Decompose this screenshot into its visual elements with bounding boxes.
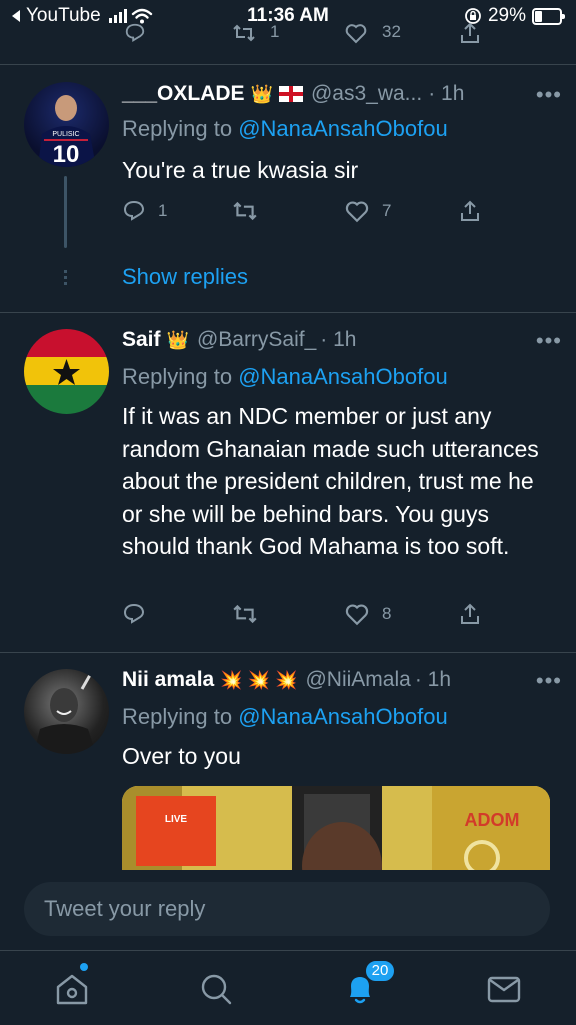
jersey-number: 10 xyxy=(53,141,80,167)
like-button[interactable]: 7 xyxy=(344,199,391,223)
replying-to: Replying to @NanaAnsahObofou xyxy=(122,704,448,730)
reply-icon xyxy=(123,603,145,624)
england-flag-icon xyxy=(278,86,303,102)
like-button[interactable]: 8 xyxy=(344,602,391,626)
tweet-time: · 1h xyxy=(428,82,465,105)
more-options-icon[interactable]: ••• xyxy=(536,82,562,108)
home-icon xyxy=(56,974,88,1005)
ghana-flag-star-icon xyxy=(53,359,80,385)
avatar[interactable] xyxy=(24,329,109,414)
author-name[interactable]: Saif xyxy=(122,328,161,352)
share-button[interactable] xyxy=(458,602,482,626)
tab-search[interactable] xyxy=(196,969,236,1009)
reply-icon xyxy=(123,200,145,221)
share-icon[interactable] xyxy=(458,22,482,44)
reply-button[interactable] xyxy=(122,602,158,626)
notifications-badge: 20 xyxy=(364,959,396,983)
tweet-actions: 8 xyxy=(122,602,492,630)
avatar-image xyxy=(34,674,96,754)
like-count: 7 xyxy=(382,201,392,220)
reply-count: 1 xyxy=(158,201,168,220)
author-name[interactable]: Nii amala xyxy=(122,668,214,692)
tweet-reply-input[interactable] xyxy=(24,882,550,936)
reply-button[interactable]: 1 xyxy=(122,199,167,223)
tweet-actions: 1 7 xyxy=(122,199,492,227)
author-name[interactable]: ___OXLADE xyxy=(122,82,245,106)
author-handle[interactable]: @BarrySaif_ xyxy=(197,328,316,352)
tv-studio-image: LIVE ADOM xyxy=(122,786,550,876)
station-logo: ADOM xyxy=(465,810,520,830)
replying-to-mention[interactable]: @NanaAnsahObofou xyxy=(238,364,447,389)
tv-live-tag: LIVE xyxy=(165,814,188,825)
show-replies-link[interactable]: Show replies xyxy=(122,264,248,290)
share-icon xyxy=(461,603,479,624)
like-icon[interactable] xyxy=(344,22,368,44)
like-count: 8 xyxy=(382,604,392,623)
bottom-tab-bar: 20 xyxy=(0,950,576,1025)
mail-icon xyxy=(487,976,521,1003)
tweet-reply-saif[interactable]: Saif 👑 @BarrySaif_ · 1h ••• Replying to … xyxy=(0,312,576,652)
replying-to-label: Replying to xyxy=(122,364,233,389)
tweet-time: · 1h xyxy=(320,328,357,351)
replying-to-label: Replying to xyxy=(122,116,233,141)
share-icon xyxy=(461,200,479,221)
jersey-name: PULISIC xyxy=(52,131,79,138)
retweet-count: 1 xyxy=(270,22,280,41)
home-new-indicator xyxy=(80,963,88,971)
crown-emoji: 👑 xyxy=(166,329,189,350)
reply-composer xyxy=(0,870,576,950)
avatar[interactable]: PULISIC 10 xyxy=(24,82,109,167)
tweet-text: You're a true kwasia sir xyxy=(122,157,359,183)
tweet-text: If it was an NDC member or just any rand… xyxy=(122,403,539,559)
tab-messages[interactable] xyxy=(484,969,524,1009)
retweet-icon[interactable] xyxy=(232,22,256,44)
author-handle[interactable]: @NiiAmala xyxy=(305,668,410,692)
replying-to: Replying to @NanaAnsahObofou xyxy=(122,116,448,142)
tweet-media-image[interactable]: LIVE ADOM xyxy=(122,786,550,876)
share-button[interactable] xyxy=(458,199,482,223)
tweet-time: · 1h xyxy=(414,668,451,691)
collision-emoji: 💥 💥 💥 xyxy=(220,669,298,690)
avatar[interactable] xyxy=(24,669,109,754)
tweet-header: Saif 👑 @BarrySaif_ · 1h xyxy=(122,328,560,352)
replying-to-mention[interactable]: @NanaAnsahObofou xyxy=(238,704,447,729)
thread-dots xyxy=(64,270,67,288)
crown-emoji: 👑 xyxy=(250,83,273,104)
more-options-icon[interactable]: ••• xyxy=(536,668,562,694)
like-icon xyxy=(345,604,369,626)
retweet-icon xyxy=(233,201,257,221)
replying-to: Replying to @NanaAnsahObofou xyxy=(122,364,448,390)
like-icon xyxy=(345,201,369,223)
like-count: 32 xyxy=(382,22,401,41)
replying-to-label: Replying to xyxy=(122,704,233,729)
tweet-text: Over to you xyxy=(122,743,241,769)
tweet-header: Nii amala 💥 💥 💥 @NiiAmala · 1h xyxy=(122,668,560,692)
retweet-button[interactable] xyxy=(232,602,270,626)
tweet-reply-oxlade[interactable]: PULISIC 10 ___OXLADE 👑 @as3_wa... · 1h •… xyxy=(0,64,576,312)
retweet-icon xyxy=(233,604,257,624)
reply-icon[interactable] xyxy=(124,22,146,44)
tab-home[interactable] xyxy=(52,969,92,1009)
retweet-button[interactable] xyxy=(232,199,270,223)
tweet-header: ___OXLADE 👑 @as3_wa... · 1h xyxy=(122,82,560,106)
avatar-image: PULISIC 10 xyxy=(38,95,96,167)
author-handle[interactable]: @as3_wa... xyxy=(311,82,422,106)
search-icon xyxy=(201,974,232,1005)
thread-line xyxy=(64,176,67,248)
previous-tweet-actions-fragment: 1 32 xyxy=(0,22,576,44)
replying-to-mention[interactable]: @NanaAnsahObofou xyxy=(238,116,447,141)
more-options-icon[interactable]: ••• xyxy=(536,328,562,354)
